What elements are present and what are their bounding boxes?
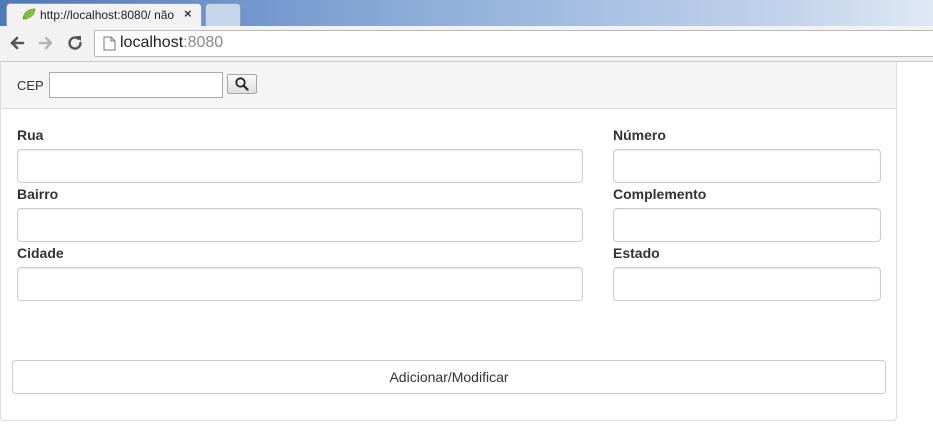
cidade-label: Cidade [17, 245, 64, 261]
complemento-input[interactable] [613, 208, 881, 242]
numero-input[interactable] [613, 149, 881, 183]
estado-input[interactable] [613, 267, 881, 301]
browser-toolbar: localhost:8080 [0, 26, 933, 62]
forward-button[interactable] [36, 33, 56, 53]
new-tab-button[interactable] [205, 3, 241, 26]
url-host: localhost [120, 34, 184, 51]
rua-input[interactable] [17, 149, 583, 183]
cep-input[interactable] [49, 72, 223, 98]
estado-label: Estado [613, 245, 660, 261]
complemento-label: Complemento [613, 186, 707, 202]
browser-tab-active[interactable]: http://localhost:8080/ não × [6, 3, 202, 26]
address-bar[interactable]: localhost:8080 [94, 30, 933, 57]
address-form-panel: CEP Rua Número Bairro Complemento Cidade… [0, 62, 897, 421]
close-icon[interactable]: × [184, 6, 192, 21]
rua-label: Rua [17, 127, 44, 143]
bairro-label: Bairro [17, 186, 59, 202]
search-icon [235, 77, 249, 91]
cep-label: CEP [17, 78, 44, 93]
back-button[interactable] [7, 33, 27, 53]
reload-button[interactable] [65, 33, 85, 53]
tab-title: http://localhost:8080/ não [40, 8, 175, 22]
reload-icon [68, 36, 82, 50]
page-icon [103, 36, 116, 51]
add-modify-button[interactable]: Adicionar/Modificar [12, 360, 886, 394]
browser-tab-strip: http://localhost:8080/ não × [0, 0, 933, 26]
search-button[interactable] [227, 74, 257, 94]
new-tab-background [205, 3, 241, 26]
leaf-icon [22, 8, 36, 20]
url-text: localhost:8080 [120, 34, 223, 52]
cep-search-bar: CEP [1, 62, 896, 109]
bairro-input[interactable] [17, 208, 583, 242]
numero-label: Número [613, 127, 666, 143]
url-port: :8080 [183, 34, 224, 51]
back-arrow-icon [10, 36, 25, 50]
cidade-input[interactable] [17, 267, 583, 301]
forward-arrow-icon [38, 36, 53, 50]
